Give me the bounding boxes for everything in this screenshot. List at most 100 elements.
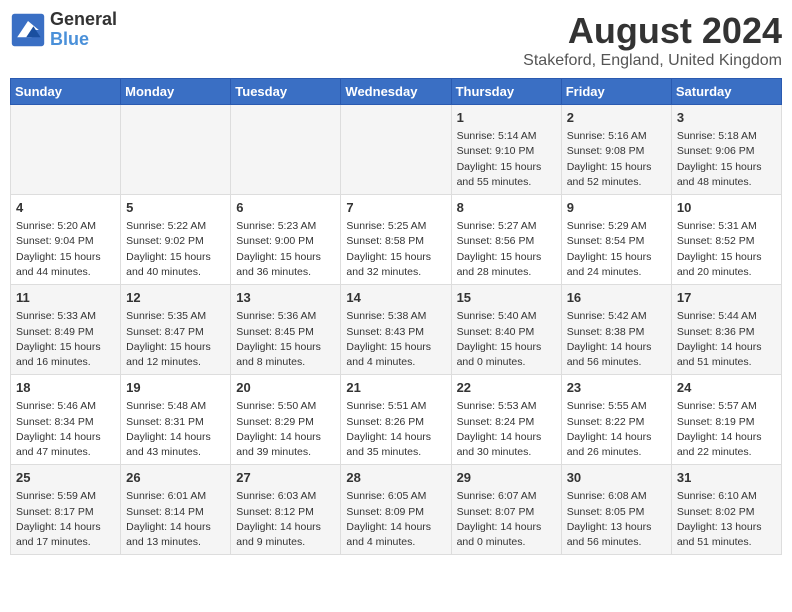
day-cell: 7Sunrise: 5:25 AM Sunset: 8:58 PM Daylig…: [341, 195, 451, 285]
day-cell: 3 Sunrise: 5:18 AM Sunset: 9:06 PM Daylig…: [671, 105, 781, 195]
day-number: 4: [16, 199, 115, 217]
weekday-header-monday: Monday: [121, 79, 231, 105]
calendar-header: SundayMondayTuesdayWednesdayThursdayFrid…: [11, 79, 782, 105]
day-info: Sunrise: 5:22 AM Sunset: 9:02 PM Dayligh…: [126, 219, 225, 280]
day-number: 9: [567, 199, 666, 217]
weekday-header-friday: Friday: [561, 79, 671, 105]
weekday-header-thursday: Thursday: [451, 79, 561, 105]
day-cell: 1Sunrise: 5:14 AM Sunset: 9:10 PM Daylig…: [451, 105, 561, 195]
day-cell: 24 Sunrise: 5:57 AM Sunset: 8:19 PM Dayli…: [671, 375, 781, 465]
day-number: 19: [126, 379, 225, 397]
day-info: Sunrise: 5:57 AM Sunset: 8:19 PM Dayligh…: [677, 399, 776, 460]
logo-line2: Blue: [50, 30, 117, 50]
day-info: Sunrise: 6:03 AM Sunset: 8:12 PM Dayligh…: [236, 489, 335, 550]
day-cell: 16 Sunrise: 5:42 AM Sunset: 8:38 PM Dayli…: [561, 285, 671, 375]
day-number: 24: [677, 379, 776, 397]
day-info: Sunrise: 5:38 AM Sunset: 8:43 PM Dayligh…: [346, 309, 445, 370]
day-number: 7: [346, 199, 445, 217]
day-info: Sunrise: 5:48 AM Sunset: 8:31 PM Dayligh…: [126, 399, 225, 460]
day-info: Sunrise: 6:01 AM Sunset: 8:14 PM Dayligh…: [126, 489, 225, 550]
day-info: Sunrise: 5:46 AM Sunset: 8:34 PM Dayligh…: [16, 399, 115, 460]
day-info: Sunrise: 5:51 AM Sunset: 8:26 PM Dayligh…: [346, 399, 445, 460]
week-row-2: 4 Sunrise: 5:20 AM Sunset: 9:04 PM Daylig…: [11, 195, 782, 285]
day-cell: 11Sunrise: 5:33 AM Sunset: 8:49 PM Dayli…: [11, 285, 121, 375]
day-number: 23: [567, 379, 666, 397]
day-info: Sunrise: 5:20 AM Sunset: 9:04 PM Dayligh…: [16, 219, 115, 280]
day-cell: [341, 105, 451, 195]
day-info: Sunrise: 6:05 AM Sunset: 8:09 PM Dayligh…: [346, 489, 445, 550]
day-info: Sunrise: 5:16 AM Sunset: 9:08 PM Dayligh…: [567, 129, 666, 190]
day-cell: 5 Sunrise: 5:22 AM Sunset: 9:02 PM Daylig…: [121, 195, 231, 285]
day-info: Sunrise: 5:35 AM Sunset: 8:47 PM Dayligh…: [126, 309, 225, 370]
day-number: 3: [677, 109, 776, 127]
day-info: Sunrise: 5:42 AM Sunset: 8:38 PM Dayligh…: [567, 309, 666, 370]
day-info: Sunrise: 5:36 AM Sunset: 8:45 PM Dayligh…: [236, 309, 335, 370]
day-cell: 28Sunrise: 6:05 AM Sunset: 8:09 PM Dayli…: [341, 465, 451, 555]
day-cell: 12Sunrise: 5:35 AM Sunset: 8:47 PM Dayli…: [121, 285, 231, 375]
header: General Blue August 2024 Stakeford, Engl…: [10, 10, 782, 70]
day-info: Sunrise: 5:18 AM Sunset: 9:06 PM Dayligh…: [677, 129, 776, 190]
weekday-header-wednesday: Wednesday: [341, 79, 451, 105]
week-row-4: 18 Sunrise: 5:46 AM Sunset: 8:34 PM Dayli…: [11, 375, 782, 465]
day-info: Sunrise: 5:31 AM Sunset: 8:52 PM Dayligh…: [677, 219, 776, 280]
day-number: 30: [567, 469, 666, 487]
logo-icon: [10, 12, 46, 48]
day-number: 21: [346, 379, 445, 397]
day-number: 29: [457, 469, 556, 487]
day-number: 1: [457, 109, 556, 127]
title-area: August 2024 Stakeford, England, United K…: [523, 10, 782, 70]
day-cell: 27 Sunrise: 6:03 AM Sunset: 8:12 PM Dayli…: [231, 465, 341, 555]
weekday-row: SundayMondayTuesdayWednesdayThursdayFrid…: [11, 79, 782, 105]
day-cell: [11, 105, 121, 195]
day-number: 8: [457, 199, 556, 217]
day-info: Sunrise: 5:40 AM Sunset: 8:40 PM Dayligh…: [457, 309, 556, 370]
day-number: 18: [16, 379, 115, 397]
day-cell: 8 Sunrise: 5:27 AM Sunset: 8:56 PM Daylig…: [451, 195, 561, 285]
day-number: 5: [126, 199, 225, 217]
day-info: Sunrise: 5:55 AM Sunset: 8:22 PM Dayligh…: [567, 399, 666, 460]
day-cell: 20Sunrise: 5:50 AM Sunset: 8:29 PM Dayli…: [231, 375, 341, 465]
weekday-header-saturday: Saturday: [671, 79, 781, 105]
day-info: Sunrise: 5:27 AM Sunset: 8:56 PM Dayligh…: [457, 219, 556, 280]
calendar: SundayMondayTuesdayWednesdayThursdayFrid…: [10, 78, 782, 555]
day-cell: 23 Sunrise: 5:55 AM Sunset: 8:22 PM Dayli…: [561, 375, 671, 465]
day-info: Sunrise: 5:29 AM Sunset: 8:54 PM Dayligh…: [567, 219, 666, 280]
day-number: 13: [236, 289, 335, 307]
day-info: Sunrise: 5:44 AM Sunset: 8:36 PM Dayligh…: [677, 309, 776, 370]
day-cell: [231, 105, 341, 195]
day-number: 14: [346, 289, 445, 307]
week-row-1: 1Sunrise: 5:14 AM Sunset: 9:10 PM Daylig…: [11, 105, 782, 195]
day-cell: 14 Sunrise: 5:38 AM Sunset: 8:43 PM Dayli…: [341, 285, 451, 375]
main-title: August 2024: [523, 10, 782, 52]
day-cell: 15 Sunrise: 5:40 AM Sunset: 8:40 PM Dayli…: [451, 285, 561, 375]
day-info: Sunrise: 6:07 AM Sunset: 8:07 PM Dayligh…: [457, 489, 556, 550]
day-cell: 25Sunrise: 5:59 AM Sunset: 8:17 PM Dayli…: [11, 465, 121, 555]
day-cell: 6Sunrise: 5:23 AM Sunset: 9:00 PM Daylig…: [231, 195, 341, 285]
week-row-5: 25Sunrise: 5:59 AM Sunset: 8:17 PM Dayli…: [11, 465, 782, 555]
day-number: 27: [236, 469, 335, 487]
day-number: 26: [126, 469, 225, 487]
day-number: 22: [457, 379, 556, 397]
subtitle: Stakeford, England, United Kingdom: [523, 52, 782, 70]
logo-line1: General: [50, 10, 117, 30]
day-cell: 2 Sunrise: 5:16 AM Sunset: 9:08 PM Daylig…: [561, 105, 671, 195]
week-row-3: 11Sunrise: 5:33 AM Sunset: 8:49 PM Dayli…: [11, 285, 782, 375]
day-cell: 22 Sunrise: 5:53 AM Sunset: 8:24 PM Dayli…: [451, 375, 561, 465]
day-info: Sunrise: 6:10 AM Sunset: 8:02 PM Dayligh…: [677, 489, 776, 550]
day-cell: 26 Sunrise: 6:01 AM Sunset: 8:14 PM Dayli…: [121, 465, 231, 555]
day-info: Sunrise: 5:59 AM Sunset: 8:17 PM Dayligh…: [16, 489, 115, 550]
day-number: 15: [457, 289, 556, 307]
day-cell: 19 Sunrise: 5:48 AM Sunset: 8:31 PM Dayli…: [121, 375, 231, 465]
day-info: Sunrise: 5:53 AM Sunset: 8:24 PM Dayligh…: [457, 399, 556, 460]
day-cell: 13 Sunrise: 5:36 AM Sunset: 8:45 PM Dayli…: [231, 285, 341, 375]
day-cell: 29 Sunrise: 6:07 AM Sunset: 8:07 PM Dayli…: [451, 465, 561, 555]
day-number: 16: [567, 289, 666, 307]
weekday-header-tuesday: Tuesday: [231, 79, 341, 105]
day-info: Sunrise: 5:50 AM Sunset: 8:29 PM Dayligh…: [236, 399, 335, 460]
day-number: 2: [567, 109, 666, 127]
day-number: 6: [236, 199, 335, 217]
day-number: 17: [677, 289, 776, 307]
logo: General Blue: [10, 10, 117, 50]
day-cell: 30Sunrise: 6:08 AM Sunset: 8:05 PM Dayli…: [561, 465, 671, 555]
day-cell: 31Sunrise: 6:10 AM Sunset: 8:02 PM Dayli…: [671, 465, 781, 555]
